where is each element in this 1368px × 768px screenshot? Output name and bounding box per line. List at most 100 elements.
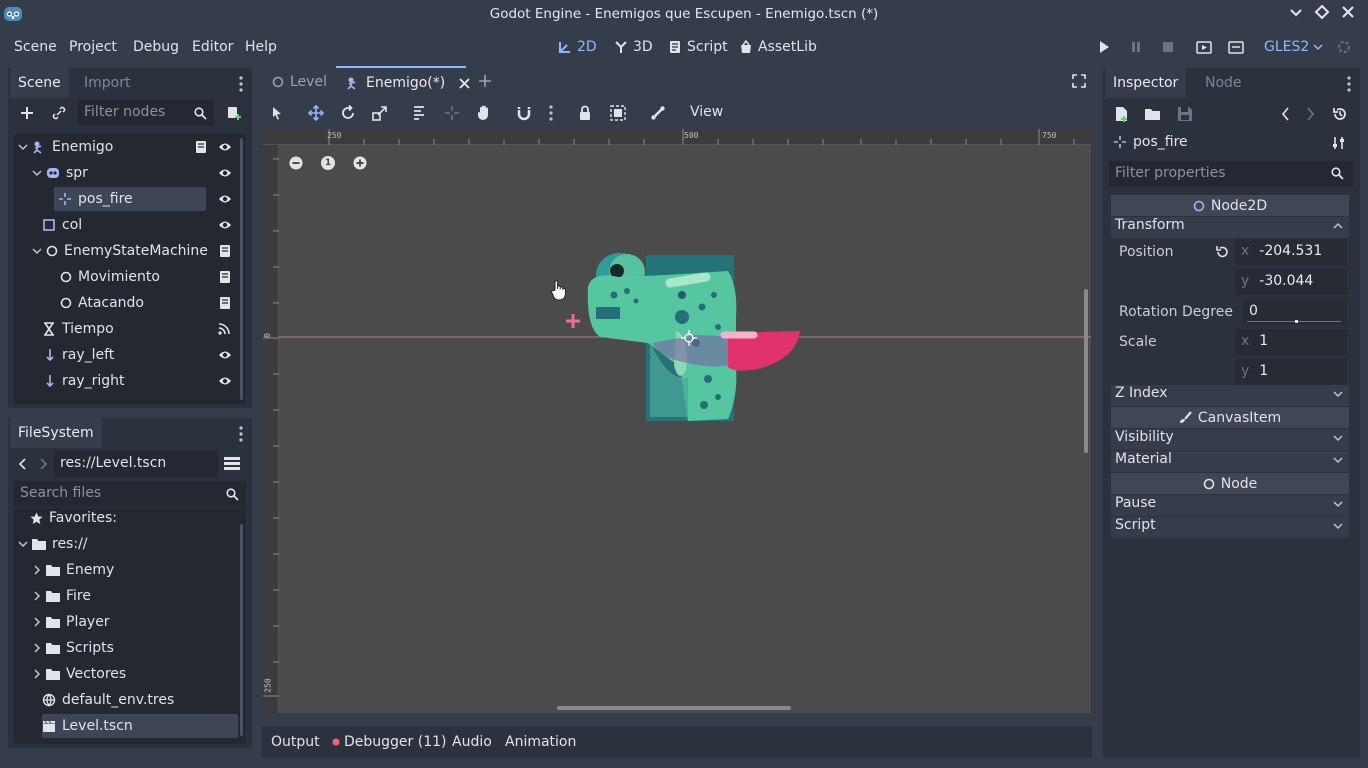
back-arrow-icon[interactable] [18, 458, 28, 470]
workspace-script[interactable]: Script [668, 39, 728, 55]
tab-inspector[interactable]: Inspector [1105, 68, 1187, 98]
tree-node-movimiento[interactable]: Movimiento [60, 265, 210, 289]
category-pause[interactable]: Pause [1111, 495, 1349, 516]
lock-icon[interactable] [578, 105, 592, 121]
move-tool-icon[interactable] [308, 105, 324, 121]
rotation-slider-grabber[interactable] [1295, 320, 1298, 323]
collapse-arrow-icon[interactable] [18, 142, 28, 152]
category-script[interactable]: Script [1111, 517, 1349, 538]
menu-scene[interactable]: Scene [14, 39, 57, 55]
fs-folder-vectores[interactable]: Vectores [32, 662, 126, 686]
visibility-eye-icon[interactable] [218, 349, 232, 361]
play-scene-icon[interactable] [1196, 39, 1212, 55]
menu-help[interactable]: Help [245, 39, 277, 55]
add-node-icon[interactable] [20, 106, 34, 120]
dock-menu-icon[interactable] [1346, 76, 1352, 92]
tree-node-ray-left[interactable]: ray_left [44, 343, 214, 367]
collapse-arrow-icon[interactable] [32, 168, 42, 178]
snap-magnet-icon[interactable] [516, 105, 532, 121]
visibility-eye-icon[interactable] [218, 193, 232, 205]
category-transform[interactable]: Transform [1111, 217, 1349, 238]
script-icon[interactable] [218, 244, 232, 258]
tree-node-ray-right[interactable]: ray_right [44, 369, 214, 393]
object-properties-icon[interactable] [1332, 136, 1346, 150]
open-folder-icon[interactable] [1145, 107, 1161, 121]
tab-level[interactable]: Level [262, 66, 334, 98]
filter-properties-input[interactable]: Filter properties [1109, 161, 1353, 187]
expand-arrow-icon[interactable] [32, 617, 42, 627]
snap-options-icon[interactable] [548, 105, 554, 121]
position-x-field[interactable]: x -204.531 [1235, 239, 1347, 265]
fs-favorites[interactable]: Favorites: [30, 506, 117, 530]
collapse-arrow-icon[interactable] [18, 539, 28, 549]
position-y-field[interactable]: y -30.044 [1235, 269, 1347, 295]
scene-tree-scrollbar[interactable] [240, 138, 243, 400]
minimize-icon[interactable] [1288, 4, 1304, 20]
close-window-icon[interactable] [1340, 4, 1356, 20]
expand-arrow-icon[interactable] [32, 565, 42, 575]
bone-skeleton-icon[interactable] [650, 105, 666, 121]
new-tab-plus-icon[interactable] [478, 74, 492, 88]
group-icon[interactable] [610, 105, 626, 121]
stop-icon[interactable] [1161, 40, 1175, 54]
menu-editor[interactable]: Editor [192, 39, 233, 55]
tree-node-tiempo[interactable]: Tiempo [42, 317, 212, 341]
rotation-slider-field[interactable]: 0 [1243, 299, 1347, 325]
visibility-eye-icon[interactable] [218, 375, 232, 387]
revert-icon[interactable] [1215, 245, 1229, 259]
tab-audio[interactable]: Audio [452, 734, 492, 750]
visibility-eye-icon[interactable] [218, 219, 232, 231]
tab-output[interactable]: Output [271, 734, 320, 750]
tree-node-pos-fire[interactable]: pos_fire [54, 187, 206, 211]
scale-x-field[interactable]: x1 [1235, 329, 1347, 355]
expand-arrow-icon[interactable] [32, 591, 42, 601]
filesystem-scrollbar[interactable] [240, 524, 243, 736]
path-input[interactable]: res://Level.tscn [54, 451, 218, 477]
fs-folder-scripts[interactable]: Scripts [32, 636, 114, 660]
tree-node-spr[interactable]: spr [32, 161, 232, 185]
category-material[interactable]: Material [1111, 451, 1349, 472]
tab-enemigo[interactable]: Enemigo(*) [336, 66, 470, 98]
tab-node[interactable]: Node [1197, 68, 1250, 98]
tab-scene[interactable]: Scene [10, 68, 69, 98]
workspace-3d[interactable]: 3D [614, 39, 653, 55]
play-icon[interactable] [1097, 40, 1111, 54]
scale-tool-icon[interactable] [372, 105, 388, 121]
origin-gizmo-icon[interactable] [681, 330, 697, 346]
collapse-arrow-icon[interactable] [32, 246, 42, 256]
fs-folder-player[interactable]: Player [32, 610, 110, 634]
fs-folder-enemy[interactable]: Enemy [32, 558, 114, 582]
save-disk-icon[interactable] [1177, 106, 1193, 122]
play-custom-scene-icon[interactable] [1228, 39, 1244, 55]
script-icon[interactable] [218, 296, 232, 310]
tree-node-atacando[interactable]: Atacando [60, 291, 210, 315]
maximize-icon[interactable] [1314, 4, 1330, 20]
ruler-list-icon[interactable] [412, 105, 428, 121]
view-menu[interactable]: View [690, 104, 723, 120]
workspace-2d[interactable]: 2D [558, 39, 597, 55]
category-z-index[interactable]: Z Index [1111, 385, 1349, 406]
attach-script-icon[interactable] [226, 105, 242, 121]
pan-hand-icon[interactable] [476, 104, 492, 122]
tab-animation[interactable]: Animation [505, 734, 576, 750]
new-resource-icon[interactable] [1115, 106, 1129, 122]
rotate-tool-icon[interactable] [340, 105, 356, 121]
dock-menu-icon[interactable] [238, 76, 244, 92]
forward-arrow-icon[interactable] [38, 458, 48, 470]
history-icon[interactable] [1332, 106, 1348, 122]
scale-y-field[interactable]: y1 [1235, 359, 1347, 385]
pivot-tool-icon[interactable] [444, 105, 460, 121]
search-files-input[interactable]: Search files [14, 481, 246, 507]
pause-icon[interactable] [1129, 40, 1143, 54]
menu-debug[interactable]: Debug [133, 39, 179, 55]
link-icon[interactable] [52, 106, 66, 120]
fs-file-level-tscn[interactable]: Level.tscn [42, 714, 238, 738]
close-tab-icon[interactable] [459, 77, 470, 89]
dock-menu-icon[interactable] [238, 426, 244, 442]
visibility-eye-icon[interactable] [218, 141, 232, 153]
history-back-icon[interactable] [1281, 107, 1291, 121]
viewport-vertical-scrollbar[interactable] [1084, 289, 1088, 453]
tab-filesystem[interactable]: FileSystem [10, 418, 102, 448]
tab-import[interactable]: Import [76, 68, 138, 98]
viewport-horizontal-scrollbar[interactable] [557, 706, 791, 710]
